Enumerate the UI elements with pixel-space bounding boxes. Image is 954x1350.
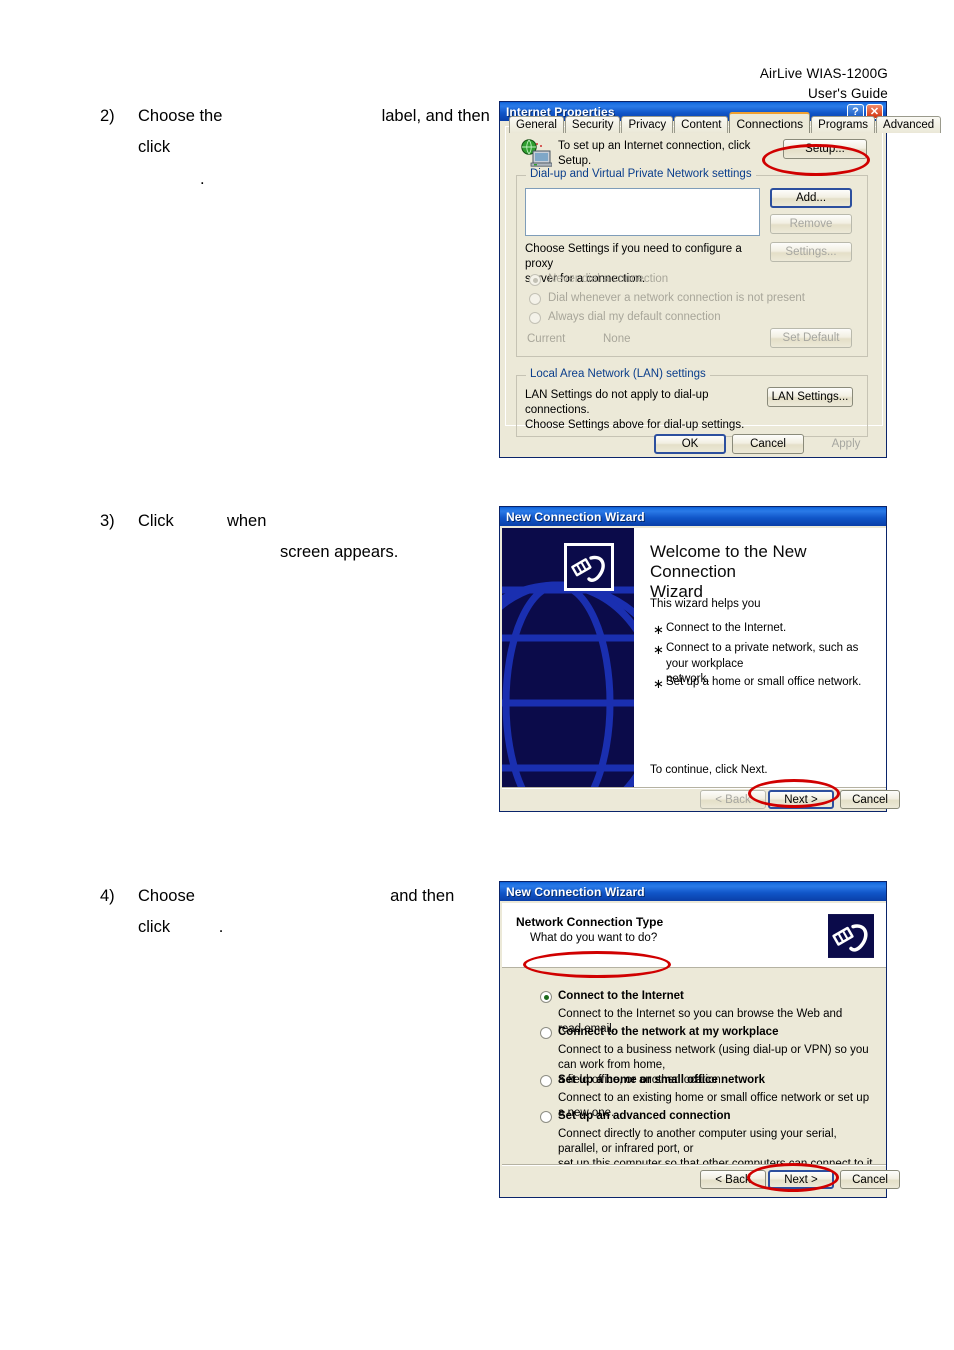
lan-settings-group: Local Area Network (LAN) settings LAN Se… xyxy=(516,368,868,437)
wizard-welcome-intro: This wizard helps you xyxy=(650,598,761,610)
step-4-text-part1: Choose xyxy=(138,887,195,905)
add-button[interactable]: Add... xyxy=(770,188,852,208)
step-3-number: 3) xyxy=(100,512,115,530)
wizard-type-header: Network Connection Type What do you want… xyxy=(502,903,886,968)
tab-panel: General Security Privacy Content Connect… xyxy=(505,112,942,437)
radio-home-office-network[interactable] xyxy=(540,1075,552,1087)
current-label: Current xyxy=(527,333,566,345)
wizard-bullet-1: Connect to the Internet. xyxy=(653,621,876,638)
radio-never-dial-label: Never dial a connection xyxy=(548,273,669,285)
radio-dial-whenever-label: Dial whenever a network connection is no… xyxy=(548,292,805,304)
radio-connect-workplace[interactable] xyxy=(540,1027,552,1039)
radio-advanced-connection-label: Set up an advanced connection xyxy=(558,1110,731,1122)
wizard-type-next-button[interactable]: Next > xyxy=(768,1170,834,1189)
wizard-welcome-buttonbar: < Back Next > Cancel xyxy=(502,787,900,811)
wizard-welcome-body: Welcome to the New Connection Wizard Thi… xyxy=(502,528,886,787)
wizard-type-page-title: Network Connection Type xyxy=(516,915,664,929)
tab-strip: General Security Privacy Content Connect… xyxy=(509,111,942,133)
setup-description: To set up an Internet connection, click … xyxy=(558,140,751,168)
wizard-type-dialog: New Connection Wizard Network Connection… xyxy=(499,881,900,1198)
wizard-type-cancel-button[interactable]: Cancel xyxy=(840,1170,900,1189)
step-2-text-part1: Choose the xyxy=(138,107,223,125)
step-2: 2) Choose the label, and then click . xyxy=(100,101,500,195)
wizard-type-titlebar: New Connection Wizard xyxy=(500,882,886,901)
radio-always-dial[interactable] xyxy=(529,312,541,324)
cancel-button[interactable]: Cancel xyxy=(732,434,804,454)
wizard-welcome-heading: Welcome to the New Connection Wizard xyxy=(650,542,807,602)
remove-button: Remove xyxy=(770,214,852,234)
wizard-type-page-subtitle: What do you want to do? xyxy=(530,932,658,944)
tab-content[interactable]: Content xyxy=(674,116,729,133)
setup-button[interactable]: Setup... xyxy=(783,139,867,159)
radio-advanced-connection[interactable] xyxy=(540,1111,552,1123)
tab-connections[interactable]: Connections xyxy=(729,112,811,133)
dialup-settings-group: Dial-up and Virtual Private Network sett… xyxy=(516,168,868,357)
step-3-text-part3: screen appears. xyxy=(280,543,399,562)
document-page: AirLive WIAS-1200G User's Guide 2) Choos… xyxy=(0,0,954,1350)
lan-settings-caption: Local Area Network (LAN) settings xyxy=(526,368,710,380)
tab-general[interactable]: General xyxy=(509,116,564,133)
wizard-welcome-cancel-button[interactable]: Cancel xyxy=(840,790,900,809)
wizard-welcome-titlebar: New Connection Wizard xyxy=(500,507,886,526)
step-3-body: Click when screen appears. xyxy=(138,506,500,569)
step-4: 4) Choose and then click . xyxy=(100,881,500,944)
internet-properties-dialog: Internet Properties ? ✕ General Security… xyxy=(499,101,942,458)
step-3-text-part1: Click xyxy=(138,512,174,530)
step-4-number: 4) xyxy=(100,887,115,905)
step-2-body: Choose the label, and then click . xyxy=(138,101,500,195)
step-3: 3) Click when screen appears. xyxy=(100,506,500,569)
step-4-text-part3: click xyxy=(138,918,171,937)
step-2-text-part3: . xyxy=(200,169,205,188)
current-value: None xyxy=(603,333,631,345)
document-header: AirLive WIAS-1200G User's Guide xyxy=(760,64,888,103)
wizard-welcome-dialog: New Connection Wizard Welcome to the New… xyxy=(499,506,900,812)
wizard-welcome-title: New Connection Wizard xyxy=(506,509,645,524)
radio-connect-to-internet[interactable] xyxy=(540,991,552,1003)
lan-description: LAN Settings do not apply to dial-up con… xyxy=(525,389,745,432)
wizard-continue-text: To continue, click Next. xyxy=(650,764,768,776)
radio-dial-whenever[interactable] xyxy=(529,293,541,305)
tab-security[interactable]: Security xyxy=(564,116,621,133)
wizard-banner-panel xyxy=(502,528,634,787)
network-plug-icon xyxy=(826,912,876,960)
set-default-button: Set Default xyxy=(770,328,852,348)
radio-always-dial-label: Always dial my default connection xyxy=(548,311,721,323)
step-4-text-part2: and then xyxy=(390,887,455,905)
apply-button: Apply xyxy=(831,438,861,450)
wizard-welcome-next-button[interactable]: Next > xyxy=(768,790,834,809)
tab-advanced[interactable]: Advanced xyxy=(876,116,942,133)
settings-button: Settings... xyxy=(770,242,852,262)
wizard-type-options: Connect to the Internet Connect to the I… xyxy=(502,968,886,1170)
radio-home-office-network-label: Set up a home or small office network xyxy=(558,1074,766,1086)
radio-connect-workplace-label: Connect to the network at my workplace xyxy=(558,1026,779,1038)
header-product-line: AirLive WIAS-1200G xyxy=(759,66,888,81)
wizard-bullet-3: Set up a home or small office network. xyxy=(653,675,881,692)
dialup-settings-caption: Dial-up and Virtual Private Network sett… xyxy=(526,168,756,180)
wizard-type-title: New Connection Wizard xyxy=(506,884,645,899)
tab-privacy[interactable]: Privacy xyxy=(621,116,674,133)
step-2-number: 2) xyxy=(100,107,115,125)
network-plug-icon xyxy=(564,543,614,591)
dialup-connections-list[interactable] xyxy=(525,188,760,236)
wizard-welcome-back-button: < Back xyxy=(700,790,766,809)
tab-programs[interactable]: Programs xyxy=(811,116,876,133)
radio-never-dial[interactable] xyxy=(529,274,541,286)
lan-settings-button[interactable]: LAN Settings... xyxy=(767,387,853,407)
step-4-text-part4: . xyxy=(218,918,224,937)
ok-button[interactable]: OK xyxy=(654,434,726,454)
step-3-text-part2: when xyxy=(226,512,267,530)
internet-connection-icon xyxy=(520,139,553,167)
wizard-type-back-button[interactable]: < Back xyxy=(700,1170,766,1189)
wizard-type-buttonbar: < Back Next > Cancel xyxy=(502,1164,900,1196)
radio-connect-to-internet-label: Connect to the Internet xyxy=(558,990,684,1002)
step-4-body: Choose and then click . xyxy=(138,881,500,944)
